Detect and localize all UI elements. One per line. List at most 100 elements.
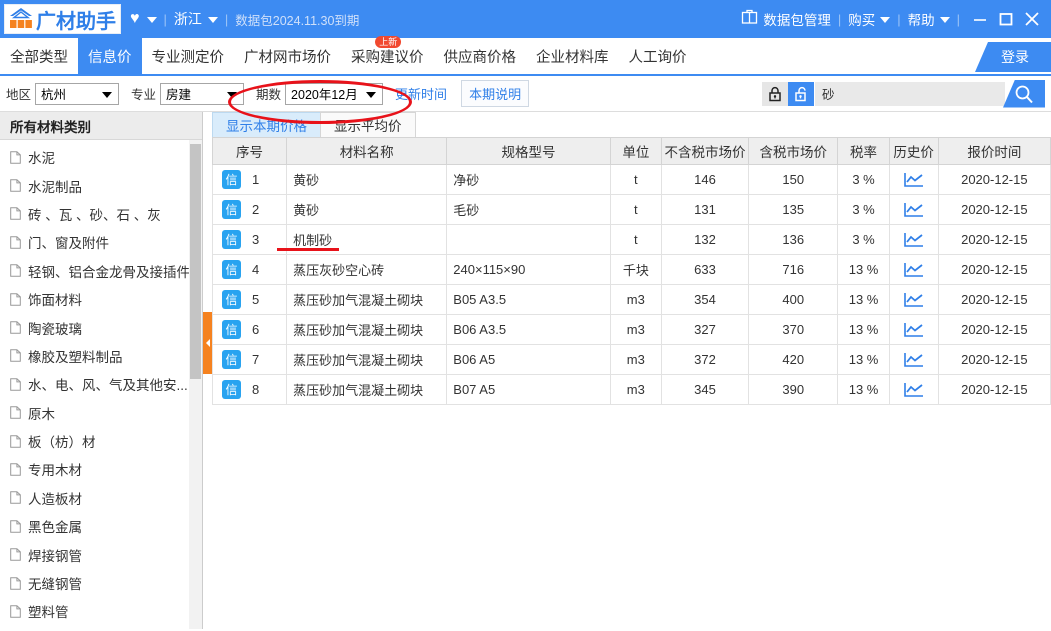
province-dropdown-caret-icon[interactable] xyxy=(207,10,218,28)
minimize-button[interactable] xyxy=(967,0,993,38)
info-source-badge[interactable]: 信 xyxy=(222,260,241,279)
maximize-button[interactable] xyxy=(993,0,1019,38)
cell-index: 信8 xyxy=(211,374,288,405)
table-row[interactable]: 信 3 机制砂 t 132 136 3 % 2020-12-15 xyxy=(211,224,1051,255)
heart-icon[interactable]: ♥ xyxy=(130,10,140,28)
sidebar-item[interactable]: 门、窗及附件 xyxy=(0,228,202,256)
tab-purchase-advice-price[interactable]: 上新 采购建议价 xyxy=(341,36,434,74)
info-source-badge[interactable]: 信 xyxy=(222,290,241,309)
province-selector[interactable]: 浙江 xyxy=(174,9,202,29)
tab-enterprise-library[interactable]: 企业材料库 xyxy=(526,38,619,74)
cell-material-name[interactable]: 蒸压砂加气混凝土砌块 xyxy=(286,374,448,405)
table-row[interactable]: 信 6 蒸压砂加气混凝土砌块 B06 A3.5 m3 327 370 13 % 2020-12-… xyxy=(211,314,1051,345)
sidebar-item[interactable]: 塑料管 xyxy=(0,597,202,625)
cell-material-name[interactable]: 蒸压砂加气混凝土砌块 xyxy=(286,284,448,315)
sidebar-item[interactable]: 水泥 xyxy=(0,143,202,171)
period-note-button[interactable]: 本期说明 xyxy=(461,80,530,107)
tab-all-types[interactable]: 全部类型 xyxy=(0,38,78,74)
cell-price-incl-tax: 390 xyxy=(748,374,839,405)
info-source-badge[interactable]: 信 xyxy=(222,170,241,189)
cell-history-price[interactable] xyxy=(888,224,939,255)
tab-info-price[interactable]: 信息价 xyxy=(78,38,142,74)
update-time-link[interactable]: 更新时间 xyxy=(395,84,447,103)
buy-caret-icon[interactable] xyxy=(880,10,891,28)
info-source-badge[interactable]: 信 xyxy=(222,350,241,369)
sidebar-item[interactable]: 板（枋）材 xyxy=(0,427,202,455)
tab-market-price[interactable]: 广材网市场价 xyxy=(234,38,341,74)
tab-supplier-price[interactable]: 供应商价格 xyxy=(434,38,527,74)
tab-professional-price[interactable]: 专业测定价 xyxy=(142,38,235,74)
help-caret-icon[interactable] xyxy=(939,10,950,28)
tab-labor-inquiry[interactable]: 人工询价 xyxy=(619,38,697,74)
info-source-badge[interactable]: 信 xyxy=(222,320,241,339)
sidebar-item[interactable]: 无缝钢管 xyxy=(0,569,202,597)
sidebar-item[interactable]: 焊接钢管 xyxy=(0,540,202,568)
sidebar-item[interactable]: 轻有非金属等材 xyxy=(0,626,202,629)
col-quote-date[interactable]: 报价时间 xyxy=(937,137,1051,165)
sidebar-item[interactable]: 饰面材料 xyxy=(0,285,202,313)
lock-closed-icon[interactable] xyxy=(762,81,788,106)
cell-material-name[interactable]: 蒸压砂加气混凝土砌块 xyxy=(286,344,448,375)
buy-menu[interactable]: 购买 xyxy=(848,9,875,29)
sidebar-item[interactable]: 黑色金属 xyxy=(0,512,202,540)
cell-history-price[interactable] xyxy=(888,164,939,195)
sidebar-collapse-handle[interactable] xyxy=(203,312,212,374)
search-button[interactable] xyxy=(1003,79,1045,108)
subtab-average-price[interactable]: 显示平均价 xyxy=(320,112,416,137)
lock-open-icon[interactable] xyxy=(788,81,814,106)
table-row[interactable]: 信 8 蒸压砂加气混凝土砌块 B07 A5 m3 345 390 13 % 2020-12-15 xyxy=(211,374,1051,405)
col-tax-rate[interactable]: 税率 xyxy=(837,137,890,165)
sidebar-item[interactable]: 轻钢、铝合金龙骨及接插件 xyxy=(0,257,202,285)
subtab-current-period-price[interactable]: 显示本期价格 xyxy=(212,112,321,137)
col-price-excl-tax[interactable]: 不含税市场价 xyxy=(660,137,750,165)
col-spec[interactable]: 规格型号 xyxy=(446,137,611,165)
cell-material-name[interactable]: 黄砂 xyxy=(286,164,448,195)
cell-history-price[interactable] xyxy=(888,374,939,405)
cell-material-name[interactable]: 蒸压砂加气混凝土砌块 xyxy=(286,314,448,345)
info-source-badge[interactable]: 信 xyxy=(222,200,241,219)
major-select[interactable]: 房建 xyxy=(160,82,245,105)
heart-dropdown-caret-icon[interactable] xyxy=(146,10,157,28)
table-row[interactable]: 信 2 黄砂 毛砂 t 131 135 3 % 2020-12-15 xyxy=(211,194,1051,225)
file-icon xyxy=(10,605,21,618)
cell-history-price[interactable] xyxy=(888,254,939,285)
table-row[interactable]: 信 1 黄砂 净砂 t 146 150 3 % 2020-12-15 xyxy=(211,164,1051,195)
sidebar-item[interactable]: 水、电、风、气及其他安... xyxy=(0,370,202,398)
table-row[interactable]: 信 7 蒸压砂加气混凝土砌块 B06 A5 m3 372 420 13 % 2020-12-15 xyxy=(211,344,1051,375)
info-source-badge[interactable]: 信 xyxy=(222,230,241,249)
datapack-manage-button[interactable]: 数据包管理 xyxy=(763,9,831,29)
sidebar-item[interactable]: 砖 、瓦 、砂、石 、灰 xyxy=(0,200,202,228)
login-button[interactable]: 登录 xyxy=(975,42,1051,72)
sidebar-item[interactable]: 水泥制品 xyxy=(0,171,202,199)
col-index[interactable]: 序号 xyxy=(211,137,288,165)
datapack-icon[interactable] xyxy=(741,8,758,30)
cell-material-name[interactable]: 机制砂 xyxy=(286,224,448,255)
help-menu[interactable]: 帮助 xyxy=(908,9,935,29)
cell-history-price[interactable] xyxy=(888,194,939,225)
region-select[interactable]: 杭州 xyxy=(35,82,120,105)
cell-spec: B06 A5 xyxy=(446,344,611,375)
cell-material-name[interactable]: 蒸压灰砂空心砖 xyxy=(286,254,448,285)
sidebar-item[interactable]: 专用木材 xyxy=(0,455,202,483)
info-source-badge[interactable]: 信 xyxy=(222,380,241,399)
cell-history-price[interactable] xyxy=(888,314,939,345)
close-button[interactable] xyxy=(1019,0,1045,38)
period-select[interactable]: 2020年12月 xyxy=(285,82,384,105)
col-material-name[interactable]: 材料名称 xyxy=(286,137,448,165)
search-input[interactable]: 砂 xyxy=(815,81,1005,106)
sidebar-item[interactable]: 橡胶及塑料制品 xyxy=(0,342,202,370)
cell-history-price[interactable] xyxy=(888,344,939,375)
table-row[interactable]: 信 4 蒸压灰砂空心砖 240×115×90 千块 633 716 13 % 2020-12-1… xyxy=(211,254,1051,285)
col-history-price[interactable]: 历史价 xyxy=(888,137,939,165)
sidebar-item[interactable]: 原木 xyxy=(0,399,202,427)
sidebar-item[interactable]: 人造板材 xyxy=(0,484,202,512)
col-unit[interactable]: 单位 xyxy=(609,137,662,165)
sidebar-item[interactable]: 陶瓷玻璃 xyxy=(0,313,202,341)
cell-history-price[interactable] xyxy=(888,284,939,315)
cell-material-name[interactable]: 黄砂 xyxy=(286,194,448,225)
sidebar-scrollbar[interactable] xyxy=(189,140,202,629)
sidebar-scroll-thumb[interactable] xyxy=(190,144,201,379)
separator-4: | xyxy=(897,11,901,27)
col-price-incl-tax[interactable]: 含税市场价 xyxy=(748,137,839,165)
table-row[interactable]: 信 5 蒸压砂加气混凝土砌块 B05 A3.5 m3 354 400 13 % 2020-12-… xyxy=(211,284,1051,315)
